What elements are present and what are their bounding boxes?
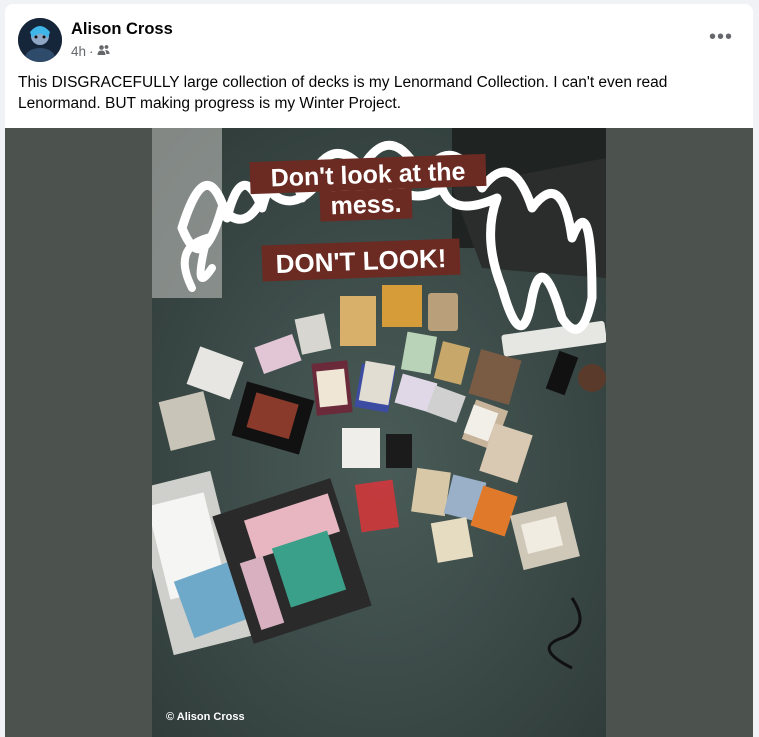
post-text: This DISGRACEFULLY large collection of d… [18, 74, 668, 112]
caption-line3: DON'T LOOK! [275, 243, 447, 279]
post-header: Alison Cross 4h · ••• [5, 4, 753, 74]
more-options-icon[interactable]: ••• [703, 22, 739, 52]
photo-watermark: © Alison Cross [166, 711, 245, 723]
post-media[interactable]: Don't look at the mess. DON'T LOOK! © Al… [5, 128, 753, 737]
caption-line2: mess. [330, 190, 402, 220]
photo-scene: Don't look at the mess. DON'T LOOK! © Al… [152, 128, 606, 737]
post-meta: 4h · [71, 44, 110, 59]
author-name[interactable]: Alison Cross [71, 20, 173, 39]
post-photo[interactable]: Don't look at the mess. DON'T LOOK! © Al… [152, 128, 606, 737]
friends-icon[interactable] [97, 44, 110, 59]
author-avatar[interactable] [18, 18, 62, 62]
meta-separator: · [89, 44, 94, 59]
post-card: Alison Cross 4h · ••• This DISGRACEFULLY… [5, 4, 753, 737]
post-time[interactable]: 4h [71, 44, 86, 59]
